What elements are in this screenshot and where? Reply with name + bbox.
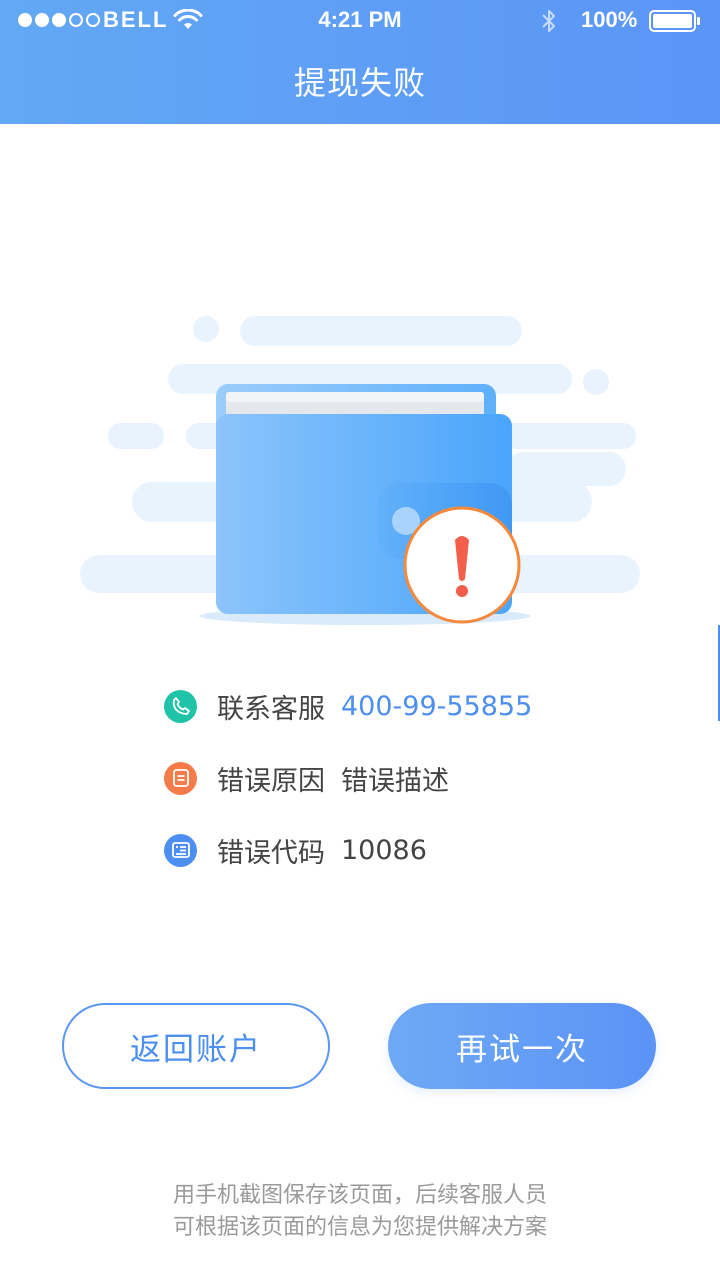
wallet-error-icon xyxy=(80,316,640,625)
retry-button[interactable]: 再试一次 xyxy=(388,1003,656,1089)
reason-value: 错误描述 xyxy=(341,765,449,797)
footer-line-1: 用手机截图保存该页面，后续客服人员 xyxy=(172,1183,547,1208)
screen: BELL 4:21 PM 100% 提现失败 联系客服 400-99-55855… xyxy=(0,0,720,1281)
reason-row: 错误原因 错误描述 xyxy=(164,758,449,798)
footer-note: 用手机截图保存该页面，后续客服人员 可根据该页面的信息为您提供解决方案 xyxy=(0,1180,720,1244)
status-bar: BELL 4:21 PM 100% xyxy=(0,0,720,40)
back-to-account-button[interactable]: 返回账户 xyxy=(62,1003,330,1089)
reason-label: 错误原因 xyxy=(217,765,325,797)
code-label: 错误代码 xyxy=(217,837,325,869)
header: BELL 4:21 PM 100% 提现失败 xyxy=(0,0,720,124)
contact-row: 联系客服 400-99-55855 xyxy=(164,686,532,726)
code-row: 错误代码 10086 xyxy=(164,830,427,870)
battery-icon xyxy=(649,10,700,32)
contact-phone-link[interactable]: 400-99-55855 xyxy=(341,691,532,722)
page-title: 提现失败 xyxy=(293,64,426,102)
contact-label: 联系客服 xyxy=(217,693,325,725)
battery-percent: 100% xyxy=(581,7,638,32)
document-icon xyxy=(164,761,197,795)
id-card-icon xyxy=(164,833,197,867)
code-value: 10086 xyxy=(341,834,427,866)
footer-line-2: 可根据该页面的信息为您提供解决方案 xyxy=(172,1215,547,1240)
bluetooth-icon xyxy=(542,10,555,32)
phone-icon xyxy=(164,689,197,723)
